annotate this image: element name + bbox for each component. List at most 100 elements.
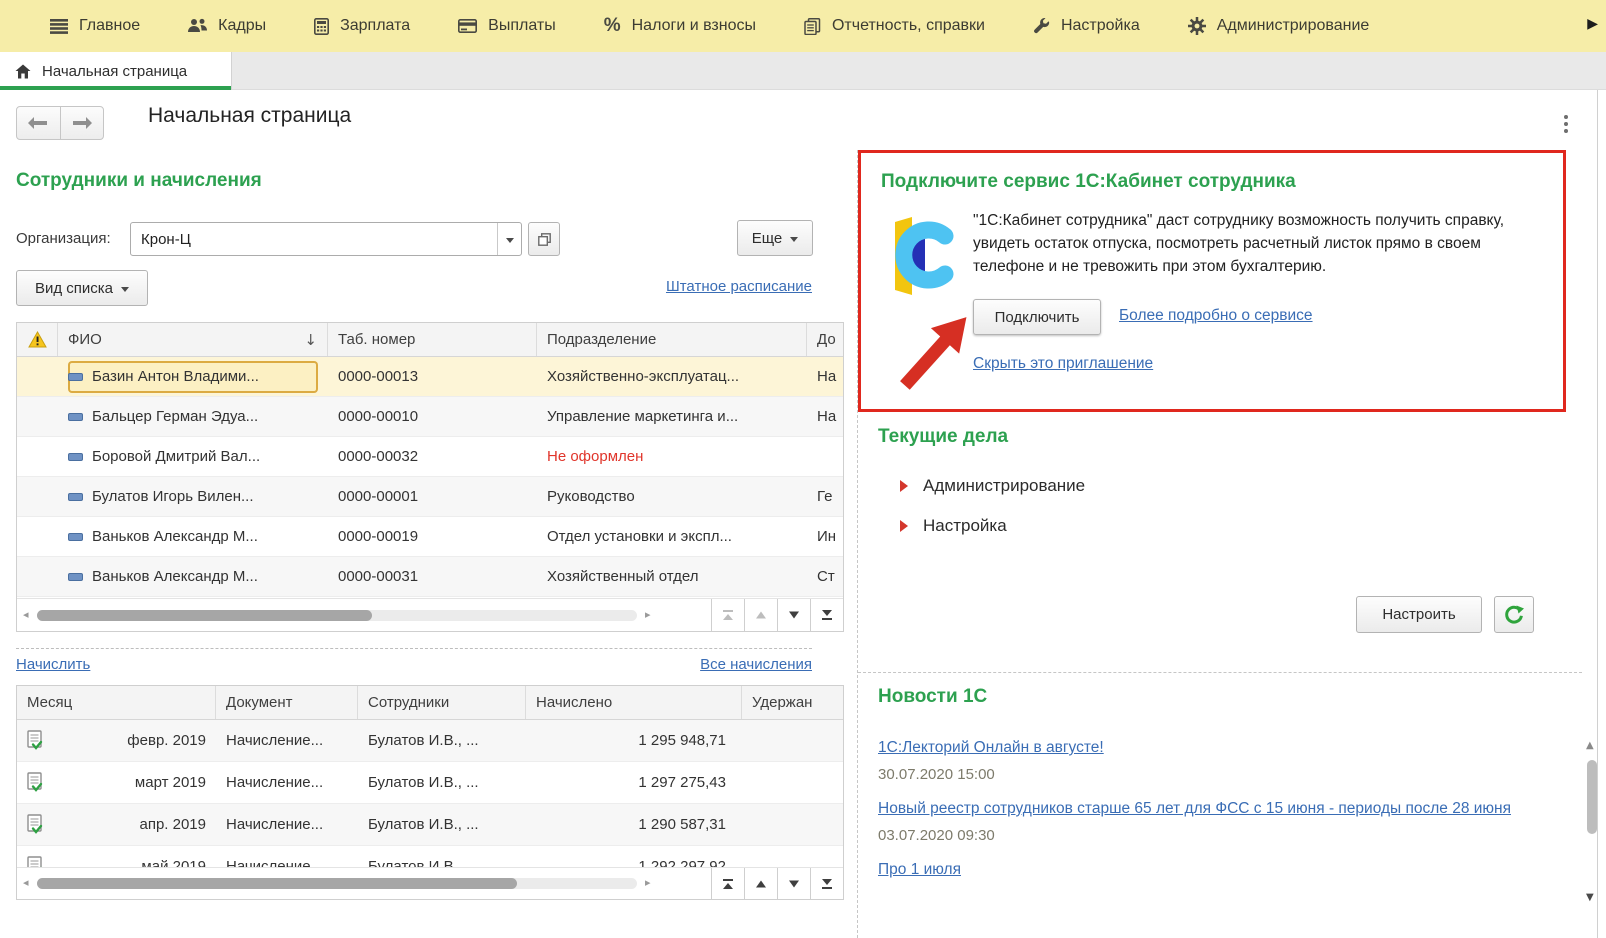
table-row[interactable]: Ваньков Александр М... 0000-00031 Хозяйс… — [17, 557, 843, 597]
scrollbar-thumb[interactable] — [37, 878, 517, 889]
scroll-right-icon[interactable]: ▸ — [645, 876, 651, 889]
column-header-employees[interactable]: Сотрудники — [358, 686, 526, 719]
refresh-button[interactable] — [1494, 596, 1534, 633]
table-row[interactable]: Бальцер Герман Эдуа... 0000-00010 Управл… — [17, 397, 843, 437]
table-row[interactable]: февр. 2019 Начисление... Булатов И.В., .… — [17, 720, 843, 762]
news-date: 30.07.2020 15:00 — [878, 766, 995, 783]
todo-section-title: Текущие дела — [878, 426, 1009, 447]
todo-list: Администрирование Настройка — [900, 466, 1085, 546]
scroll-left-icon[interactable]: ◂ — [23, 876, 29, 889]
todo-item[interactable]: Администрирование — [900, 466, 1085, 506]
menu-item-administration[interactable]: Администрирование — [1164, 0, 1394, 52]
organization-input[interactable] — [131, 223, 497, 255]
column-header-accrued[interactable]: Начислено — [526, 686, 742, 719]
news-link[interactable]: 1С:Лекторий Онлайн в августе! — [878, 736, 1104, 760]
news-item: Про 1 июля — [878, 858, 1542, 898]
menu-item-reports[interactable]: Отчетность, справки — [780, 0, 1009, 52]
hide-invitation-link[interactable]: Скрыть это приглашение — [973, 355, 1153, 373]
scrollbar-track[interactable] — [37, 610, 637, 621]
column-header-department[interactable]: Подразделение — [537, 323, 807, 356]
column-header-fio[interactable]: ФИО ↓ — [58, 323, 328, 356]
news-section-title: Новости 1С — [878, 686, 988, 707]
main-menubar: Главное Кадры Зарплата Выплаты % Налоги … — [0, 0, 1606, 52]
go-first-button[interactable] — [711, 868, 744, 899]
go-last-button[interactable] — [810, 599, 843, 631]
employee-icon — [68, 492, 83, 501]
gear-icon — [1187, 17, 1206, 35]
menu-overflow-arrow-icon[interactable]: ▶ — [1587, 16, 1598, 32]
scrollbar-thumb[interactable] — [37, 610, 372, 621]
news-link[interactable]: Новый реестр сотрудников старше 65 лет д… — [878, 797, 1511, 821]
go-first-button[interactable] — [711, 599, 744, 631]
all-accruals-link[interactable]: Все начисления — [640, 656, 812, 673]
column-header-position[interactable]: До — [807, 323, 843, 356]
scrollbar-track[interactable] — [37, 878, 637, 889]
back-icon — [28, 117, 48, 129]
go-last-button[interactable] — [810, 868, 843, 899]
people-icon — [188, 18, 208, 32]
scroll-right-icon[interactable]: ▸ — [645, 608, 651, 621]
scroll-left-icon[interactable]: ◂ — [23, 608, 29, 621]
warning-icon — [27, 331, 47, 348]
news-scrollbar-thumb[interactable] — [1587, 760, 1597, 834]
news-link[interactable]: Про 1 июля — [878, 858, 961, 882]
news-list: 1С:Лекторий Онлайн в августе! 30.07.2020… — [878, 736, 1542, 912]
posted-document-icon — [27, 814, 43, 834]
go-up-button[interactable] — [744, 868, 777, 899]
home-icon — [15, 64, 31, 78]
warning-column-header[interactable] — [17, 323, 58, 356]
red-arrow-annotation — [900, 317, 967, 390]
main-menu-icon — [50, 18, 68, 34]
connect-button[interactable]: Подключить — [973, 299, 1101, 335]
menu-item-hr[interactable]: Кадры — [164, 0, 290, 52]
organization-dropdown-button[interactable] — [497, 223, 521, 255]
employee-icon — [68, 532, 83, 541]
menu-item-salary[interactable]: Зарплата — [290, 0, 434, 52]
column-header-month[interactable]: Месяц — [17, 686, 216, 719]
calculator-icon — [314, 17, 330, 35]
view-list-button[interactable]: Вид списка — [16, 270, 148, 306]
more-actions-kebab-icon[interactable] — [1558, 110, 1574, 138]
column-header-withheld[interactable]: Удержан — [742, 686, 843, 719]
go-down-button[interactable] — [777, 599, 810, 631]
go-down-button[interactable] — [777, 868, 810, 899]
menu-item-payments[interactable]: Выплаты — [434, 0, 580, 52]
table-row[interactable]: март 2019 Начисление... Булатов И.В., ..… — [17, 762, 843, 804]
go-up-button[interactable] — [744, 599, 777, 631]
forward-button[interactable] — [59, 107, 103, 139]
column-header-document[interactable]: Документ — [216, 686, 358, 719]
organization-combobox — [130, 222, 522, 256]
posted-document-icon — [27, 772, 43, 792]
configure-button[interactable]: Настроить — [1356, 596, 1482, 633]
chevron-down-icon — [505, 237, 514, 243]
tab-strip: Начальная страница — [0, 52, 1606, 90]
back-button[interactable] — [17, 107, 60, 139]
service-invitation-box: Подключите сервис 1С:Кабинет сотрудника … — [858, 150, 1566, 412]
service-details-link[interactable]: Более подробно о сервисе — [1119, 307, 1313, 325]
accrue-link[interactable]: Начислить — [16, 656, 90, 673]
table-row[interactable]: Булатов Игорь Вилен... 0000-00001 Руково… — [17, 477, 843, 517]
staffing-schedule-link[interactable]: Штатное расписание — [640, 278, 812, 295]
news-scroll-down-icon[interactable]: ▼ — [1586, 892, 1594, 903]
employee-icon — [68, 572, 83, 581]
employee-icon — [68, 372, 83, 381]
column-header-number[interactable]: Таб. номер — [328, 323, 537, 356]
table-row[interactable]: Базин Антон Владими... 0000-00013 Хозяйс… — [17, 357, 843, 397]
separator — [858, 672, 1582, 673]
employees-table-header: ФИО ↓ Таб. номер Подразделение До — [17, 323, 843, 357]
news-scroll-up-icon[interactable]: ▲ — [1586, 740, 1594, 751]
forward-icon — [72, 117, 92, 129]
table-row[interactable]: Ваньков Александр М... 0000-00019 Отдел … — [17, 517, 843, 557]
menu-item-taxes[interactable]: % Налоги и взносы — [580, 0, 780, 52]
tab-home[interactable]: Начальная страница — [0, 52, 232, 90]
1c-cabinet-logo — [895, 217, 954, 295]
organization-choose-button[interactable] — [528, 222, 560, 256]
todo-item[interactable]: Настройка — [900, 506, 1085, 546]
table-row[interactable]: Боровой Дмитрий Вал... 0000-00032 Не офо… — [17, 437, 843, 477]
menu-item-settings[interactable]: Настройка — [1009, 0, 1164, 52]
menu-item-main[interactable]: Главное — [26, 0, 164, 52]
more-button[interactable]: Еще — [737, 220, 813, 256]
table-row[interactable]: апр. 2019 Начисление... Булатов И.В., ..… — [17, 804, 843, 846]
card-icon — [458, 19, 478, 33]
history-nav — [16, 106, 104, 140]
